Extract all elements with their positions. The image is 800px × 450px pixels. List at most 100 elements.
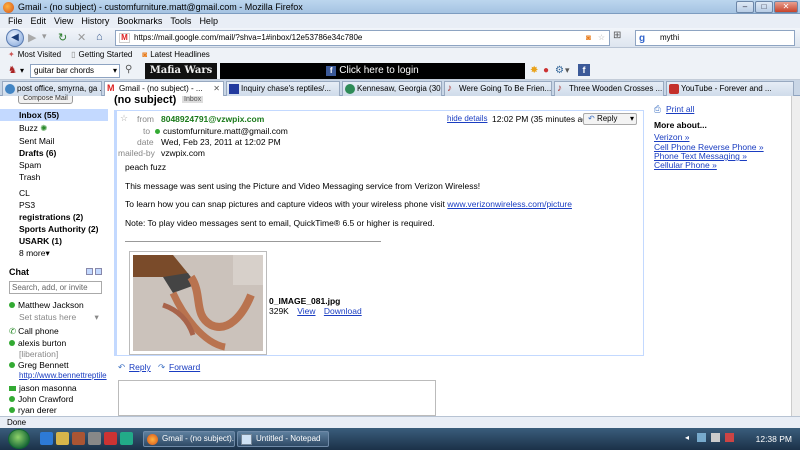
app-icon[interactable]: [120, 432, 133, 445]
attachment-download-link[interactable]: Download: [324, 306, 362, 316]
tab-three-crosses[interactable]: ♪ Three Wooden Crosses ...: [554, 81, 664, 96]
close-tab-icon[interactable]: ✕: [213, 82, 220, 95]
nav-trash[interactable]: Trash: [19, 172, 40, 182]
volume-icon[interactable]: [711, 433, 720, 442]
addon-search-icon[interactable]: ⚲: [125, 64, 132, 75]
menu-help[interactable]: Help: [199, 14, 218, 28]
taskbar-gmail[interactable]: Gmail - (no subject)...: [143, 431, 235, 447]
taskbar-notepad[interactable]: Untitled - Notepad: [237, 431, 329, 447]
call-phone-link[interactable]: ✆ Call phone: [9, 326, 59, 337]
verizon-picture-link[interactable]: www.verizonwireless.com/picture: [447, 199, 572, 209]
facebook-share-icon[interactable]: f: [578, 64, 590, 76]
tab-were-going[interactable]: ♪ Were Going To Be Frien...: [444, 81, 552, 96]
attachment-view-link[interactable]: View: [297, 306, 315, 316]
history-dropdown-icon[interactable]: ▾: [42, 31, 47, 42]
menu-bookmarks[interactable]: Bookmarks: [117, 14, 162, 28]
chat-popout-icon[interactable]: [95, 268, 102, 275]
label-sports-authority[interactable]: Sports Authority (2): [19, 224, 99, 234]
scrollbar[interactable]: [791, 96, 800, 416]
menu-file[interactable]: File: [8, 14, 23, 28]
bookmark-star-icon[interactable]: ☆: [598, 31, 605, 45]
home-icon[interactable]: ⌂: [96, 31, 103, 43]
star-icon[interactable]: ☆: [120, 113, 128, 124]
sender-email[interactable]: 8048924791@vzwpix.com: [161, 114, 264, 124]
pocket-icon[interactable]: ⊞: [613, 30, 621, 41]
app-icon[interactable]: [104, 432, 117, 445]
more-about-link[interactable]: Verizon »: [654, 132, 689, 142]
addon-star-icon[interactable]: ✸: [530, 65, 538, 76]
quick-reply-box[interactable]: [118, 380, 436, 416]
back-button[interactable]: ◀: [6, 29, 24, 47]
addon-gear-icon[interactable]: ⚙: [555, 65, 564, 76]
menu-tools[interactable]: Tools: [170, 14, 191, 28]
inbox-label-badge[interactable]: Inbox: [182, 96, 204, 103]
addon-dropdown-icon[interactable]: ▾: [20, 66, 24, 75]
chat-contact[interactable]: John Crawford: [9, 394, 73, 404]
nav-sent-mail[interactable]: Sent Mail: [19, 136, 54, 146]
maximize-button[interactable]: □: [755, 1, 773, 13]
attachment-thumbnail[interactable]: [129, 251, 267, 355]
tray-arrow-icon[interactable]: ◂: [685, 433, 689, 442]
rss-icon[interactable]: ◙: [586, 31, 591, 45]
bookmark-getting-started[interactable]: Getting Started: [79, 48, 133, 62]
more-labels-link[interactable]: 8 more▾: [19, 248, 50, 259]
contact-status-link[interactable]: http://www.bennettreptile: [19, 371, 107, 380]
url-text: https://mail.google.com/mail/?shva=1#inb…: [134, 33, 363, 42]
label-ps3[interactable]: PS3: [19, 200, 35, 210]
to-label: to: [143, 126, 151, 136]
menu-view[interactable]: View: [54, 14, 73, 28]
nav-buzz[interactable]: Buzz ✺: [19, 123, 47, 134]
nav-inbox[interactable]: Inbox (55): [19, 110, 59, 120]
url-bar[interactable]: M https://mail.google.com/mail/?shva=1#i…: [115, 30, 610, 46]
minimize-button[interactable]: –: [736, 1, 754, 13]
chat-options-icon[interactable]: [86, 268, 93, 275]
search-bar[interactable]: g mythi: [635, 30, 795, 46]
network-icon[interactable]: [697, 433, 706, 442]
reply-link[interactable]: Reply: [129, 362, 151, 372]
bookmark-latest-headlines[interactable]: Latest Headlines: [150, 48, 210, 62]
folder-icon[interactable]: [56, 432, 69, 445]
more-about-heading: More about...: [654, 120, 707, 130]
stop-icon[interactable]: ✕: [77, 31, 86, 44]
nav-spam[interactable]: Spam: [19, 160, 41, 170]
forward-link[interactable]: Forward: [169, 362, 200, 372]
menu-bar: File Edit View History Bookmarks Tools H…: [0, 14, 800, 28]
reload-icon[interactable]: ↻: [58, 31, 67, 44]
ie-icon[interactable]: [40, 432, 53, 445]
nav-buzz-label: Buzz: [19, 123, 38, 133]
compose-mail-button[interactable]: Compose Mail: [18, 95, 73, 104]
reply-button[interactable]: ↶ Reply ▾: [583, 113, 637, 125]
chat-contact[interactable]: Greg Bennett: [9, 360, 69, 370]
tab-kennesaw[interactable]: Kennesaw, Georgia (30...: [342, 81, 442, 96]
label-cl[interactable]: CL: [19, 188, 30, 198]
show-desktop-icon[interactable]: [88, 432, 101, 445]
start-button[interactable]: [8, 429, 30, 449]
addon-search-select[interactable]: guitar bar chords ▾: [30, 64, 120, 78]
bookmark-most-visited[interactable]: Most Visited: [18, 48, 61, 62]
tab-youtube[interactable]: YouTube - Forever and ...: [666, 81, 794, 96]
nav-drafts[interactable]: Drafts (6): [19, 148, 56, 158]
chat-contact[interactable]: alexis burton: [9, 338, 66, 348]
addon-menu-icon[interactable]: ▾: [565, 65, 570, 76]
hide-details-link[interactable]: hide details: [447, 114, 487, 123]
tab-inquiry[interactable]: Inquiry chase's reptiles/...: [226, 81, 340, 96]
left-navigation: Compose Mail Inbox (55) Buzz ✺ Sent Mail…: [0, 95, 108, 416]
menu-history[interactable]: History: [81, 14, 109, 28]
close-button[interactable]: ✕: [774, 1, 798, 13]
forward-button[interactable]: ▶: [28, 31, 36, 44]
label-usark[interactable]: USARK (1): [19, 236, 62, 246]
label-registrations[interactable]: registrations (2): [19, 212, 83, 222]
more-about-link[interactable]: Cellular Phone »: [654, 160, 717, 170]
chat-contact[interactable]: ryan derer: [9, 405, 57, 415]
tab-post-office[interactable]: post office, smyrna, ga ...: [2, 81, 102, 96]
addon-alert-icon[interactable]: ●: [543, 65, 549, 76]
media-icon[interactable]: [72, 432, 85, 445]
security-icon[interactable]: [725, 433, 734, 442]
chat-status-input[interactable]: Set status here ▾: [19, 312, 99, 323]
facebook-login-button[interactable]: f Click here to login: [220, 63, 525, 79]
print-all-link[interactable]: Print all: [666, 104, 694, 114]
chat-contact[interactable]: jason masonna: [9, 383, 77, 393]
mafia-wars-button[interactable]: Mafia Wars: [145, 63, 217, 79]
chat-search-input[interactable]: Search, add, or invite: [9, 281, 102, 294]
menu-edit[interactable]: Edit: [31, 14, 47, 28]
